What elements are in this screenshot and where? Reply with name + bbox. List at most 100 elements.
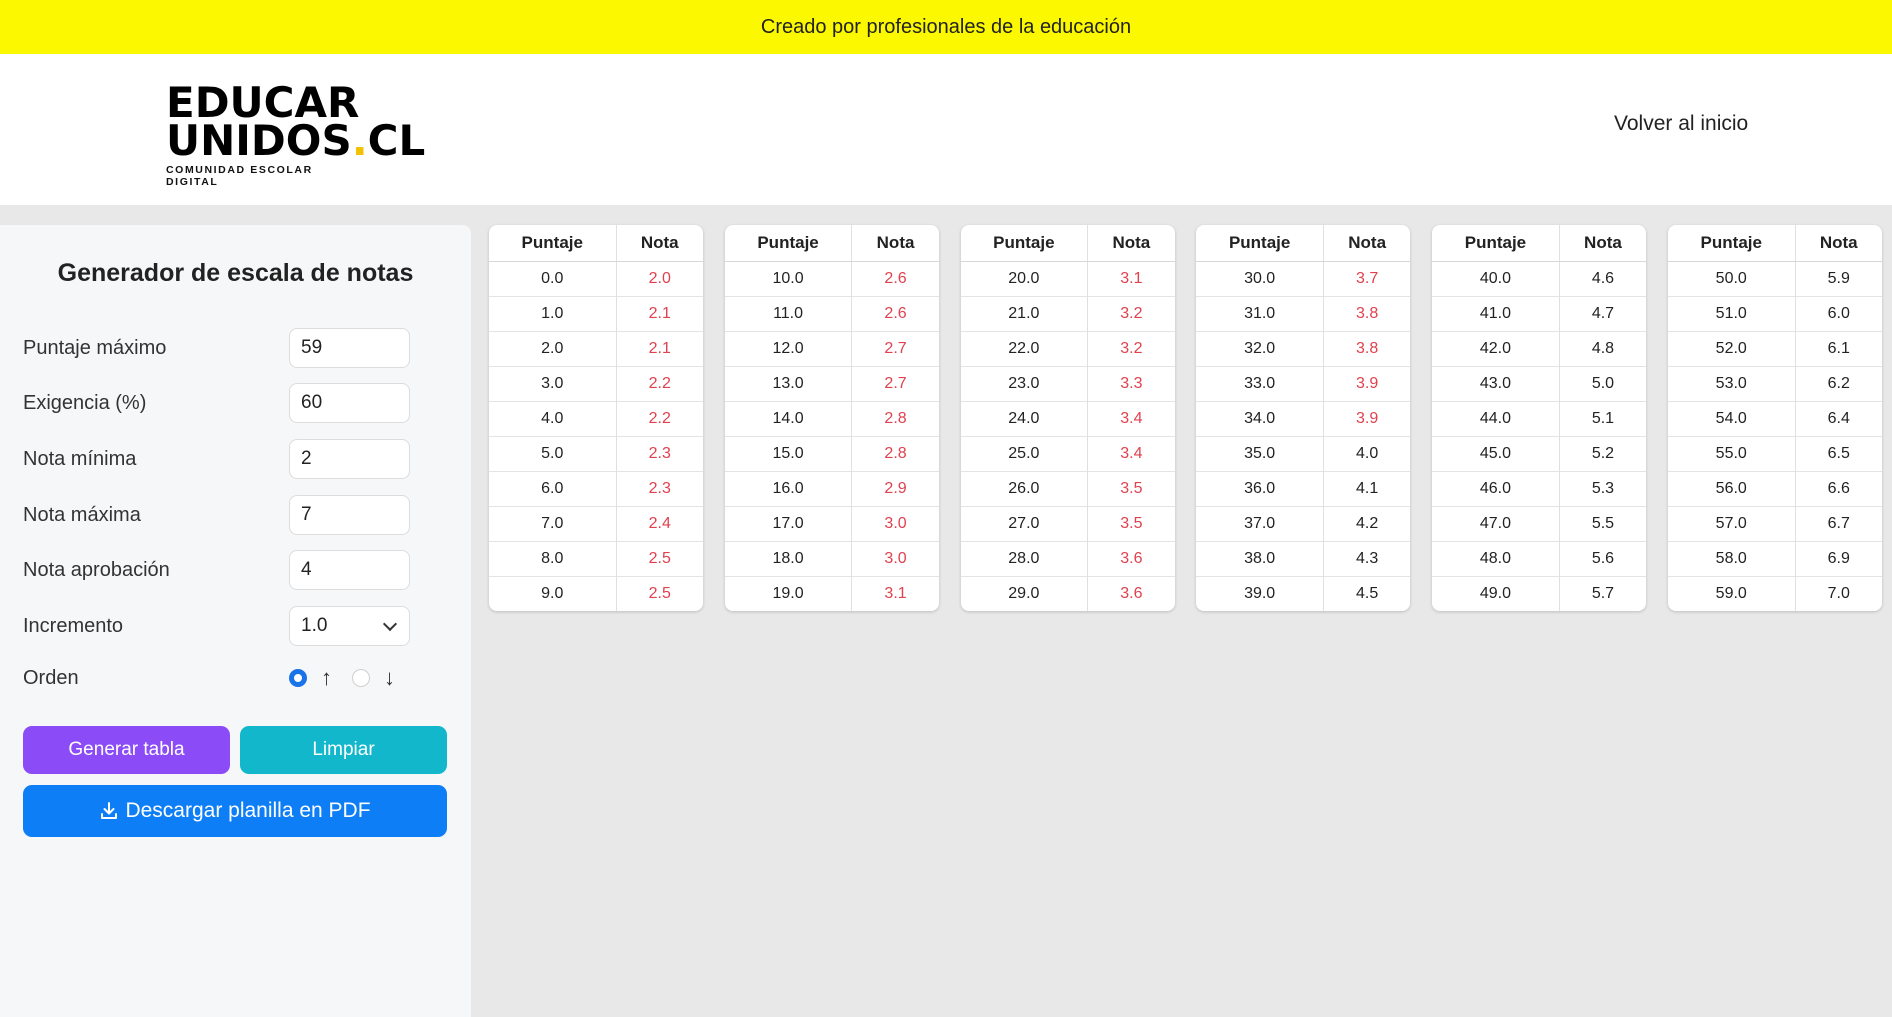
- score-cell: 29.0: [960, 575, 1089, 611]
- order-asc-radio[interactable]: [289, 669, 307, 687]
- score-cell: 26.0: [960, 470, 1089, 506]
- increment-value: 1.0: [301, 615, 328, 636]
- logo-tagline: COMUNIDAD ESCOLAR DIGITAL: [166, 164, 313, 188]
- chevron-down-icon: [382, 616, 398, 631]
- grade-cell: 3.4: [1087, 435, 1175, 471]
- grade-cell: 3.1: [1120, 269, 1143, 287]
- grade-cell: 6.5: [1795, 435, 1882, 471]
- grade-cell: 2.3: [616, 470, 703, 506]
- grade-cell: 5.5: [1559, 505, 1647, 541]
- table-row: 23.0 3.3: [960, 365, 1175, 401]
- table-row: 37.0 4.2: [1196, 505, 1411, 541]
- table-row: 11.0 2.6: [724, 295, 939, 331]
- score-cell: 30.0: [1196, 261, 1324, 296]
- table-row: 6.0 2.3: [489, 470, 703, 506]
- table-row: 31.0 3.8: [1196, 295, 1411, 331]
- score-cell: 57.0: [1668, 505, 1796, 541]
- table-row: 7.0 2.4: [489, 505, 703, 541]
- score-cell: 11.0: [724, 295, 853, 331]
- logo-line-2: UNIDOS.CL: [166, 116, 426, 165]
- min-grade-input[interactable]: [289, 439, 410, 479]
- table-row: 43.0 5.0: [1432, 365, 1647, 401]
- table-row: 49.0 5.7: [1432, 575, 1647, 611]
- grade-cell: 6.0: [1795, 295, 1882, 331]
- grade-table: Puntaje Nota 0.0 2.0 1.0 2.1 2.0 2.1 3.0 2.2 4.0 2.…: [489, 225, 703, 611]
- grade-cell: 3.4: [1087, 400, 1175, 436]
- grade-header: Nota: [851, 225, 939, 262]
- table-row: 48.0 5.6: [1432, 540, 1647, 576]
- grade-cell: 2.2: [616, 365, 703, 401]
- grade-cell: 3.8: [1323, 330, 1411, 366]
- table-row: 29.0 3.6: [960, 575, 1175, 611]
- score-cell: 58.0: [1668, 540, 1796, 576]
- grade-cell: 5.3: [1559, 470, 1647, 506]
- requirement-input[interactable]: [289, 383, 410, 423]
- score-cell: 7.0: [489, 505, 617, 541]
- table-row: 26.0 3.5: [960, 470, 1175, 506]
- table-row: 10.0 2.6: [724, 261, 939, 296]
- table-row: 53.0 6.2: [1668, 365, 1882, 401]
- increment-select[interactable]: 1.0: [289, 606, 410, 646]
- grade-cell: 4.3: [1323, 540, 1411, 576]
- grade-table: Puntaje Nota 50.0 5.9 51.0 6.0 52.0 6.1 53.0 6.2 5…: [1668, 225, 1882, 611]
- home-link[interactable]: Volver al inicio: [1614, 112, 1748, 136]
- announcement-text: Creado por profesionales de la educación: [760, 15, 1132, 38]
- grade-cell: 2.2: [616, 400, 703, 436]
- score-cell: 15.0: [724, 435, 853, 471]
- grade-cell: 4.5: [1323, 575, 1411, 611]
- table-row: 18.0 3.0: [724, 540, 939, 576]
- grade-cell: 6.9: [1795, 540, 1882, 576]
- table-row: 33.0 3.9: [1196, 365, 1411, 401]
- score-header: Puntaje: [489, 225, 617, 262]
- order-desc-radio[interactable]: [352, 669, 370, 687]
- table-row: 51.0 6.0: [1668, 295, 1882, 331]
- table-row: 15.0 2.8: [724, 435, 939, 471]
- score-cell: 35.0: [1196, 435, 1324, 471]
- max-score-input[interactable]: [289, 328, 410, 368]
- grade-cell: 2.9: [851, 470, 939, 506]
- score-cell: 32.0: [1196, 330, 1324, 366]
- grade-cell: 3.8: [1323, 295, 1411, 331]
- table-row: 20.0 3.1: [960, 261, 1175, 296]
- grade-cell: 3.9: [1323, 365, 1411, 401]
- grade-cell: 7.0: [1795, 575, 1882, 611]
- grade-cell: 2.1: [616, 295, 703, 331]
- score-cell: 52.0: [1668, 330, 1796, 366]
- requirement-row: Exigencia (%): [23, 383, 413, 423]
- grade-cell: 3.1: [851, 575, 939, 611]
- score-cell: 27.0: [960, 505, 1089, 541]
- download-pdf-button[interactable]: Descargar planilla en PDF: [23, 785, 447, 837]
- score-cell: 49.0: [1432, 575, 1560, 611]
- max-grade-input[interactable]: [289, 495, 410, 535]
- pass-grade-input[interactable]: [289, 550, 410, 590]
- table-row: 21.0 3.2: [960, 295, 1175, 331]
- table-row: 25.0 3.4: [960, 435, 1175, 471]
- table-row: 42.0 4.8: [1432, 330, 1647, 366]
- table-row: 4.0 2.2: [489, 400, 703, 436]
- score-cell: 4.0: [489, 400, 617, 436]
- grade-cell: 3.0: [851, 505, 939, 541]
- score-cell: 6.0: [489, 470, 617, 506]
- score-cell: 10.0: [724, 261, 853, 296]
- download-icon: [101, 802, 118, 819]
- increment-label: Incremento: [23, 614, 124, 637]
- grade-cell: 3.0: [851, 540, 939, 576]
- score-header: Puntaje: [960, 225, 1089, 262]
- download-pdf-label: Descargar planilla en PDF: [125, 799, 371, 822]
- table-row: 19.0 3.1: [724, 575, 939, 611]
- table-row: 3.0 2.2: [489, 365, 703, 401]
- score-cell: 2.0: [489, 330, 617, 366]
- generate-table-button[interactable]: Generar tabla: [23, 726, 230, 774]
- score-cell: 28.0: [960, 540, 1089, 576]
- score-cell: 34.0: [1196, 400, 1324, 436]
- score-cell: 8.0: [489, 540, 617, 576]
- grade-header: Nota: [1087, 225, 1175, 262]
- table-row: 8.0 2.5: [489, 540, 703, 576]
- clear-button[interactable]: Limpiar: [240, 726, 447, 774]
- grade-table: Puntaje Nota 40.0 4.6 41.0 4.7 42.0 4.8 43.0 5.0 4…: [1432, 225, 1647, 611]
- grade-cell: 3.6: [1087, 575, 1175, 611]
- grade-cell: 2.6: [851, 295, 939, 331]
- educarunidos-logo[interactable]: EDUCAR UNIDOS.CL COMUNIDAD ESCOLAR DIGIT…: [166, 82, 426, 189]
- score-cell: 44.0: [1432, 400, 1560, 436]
- grade-cell: 2.3: [616, 435, 703, 471]
